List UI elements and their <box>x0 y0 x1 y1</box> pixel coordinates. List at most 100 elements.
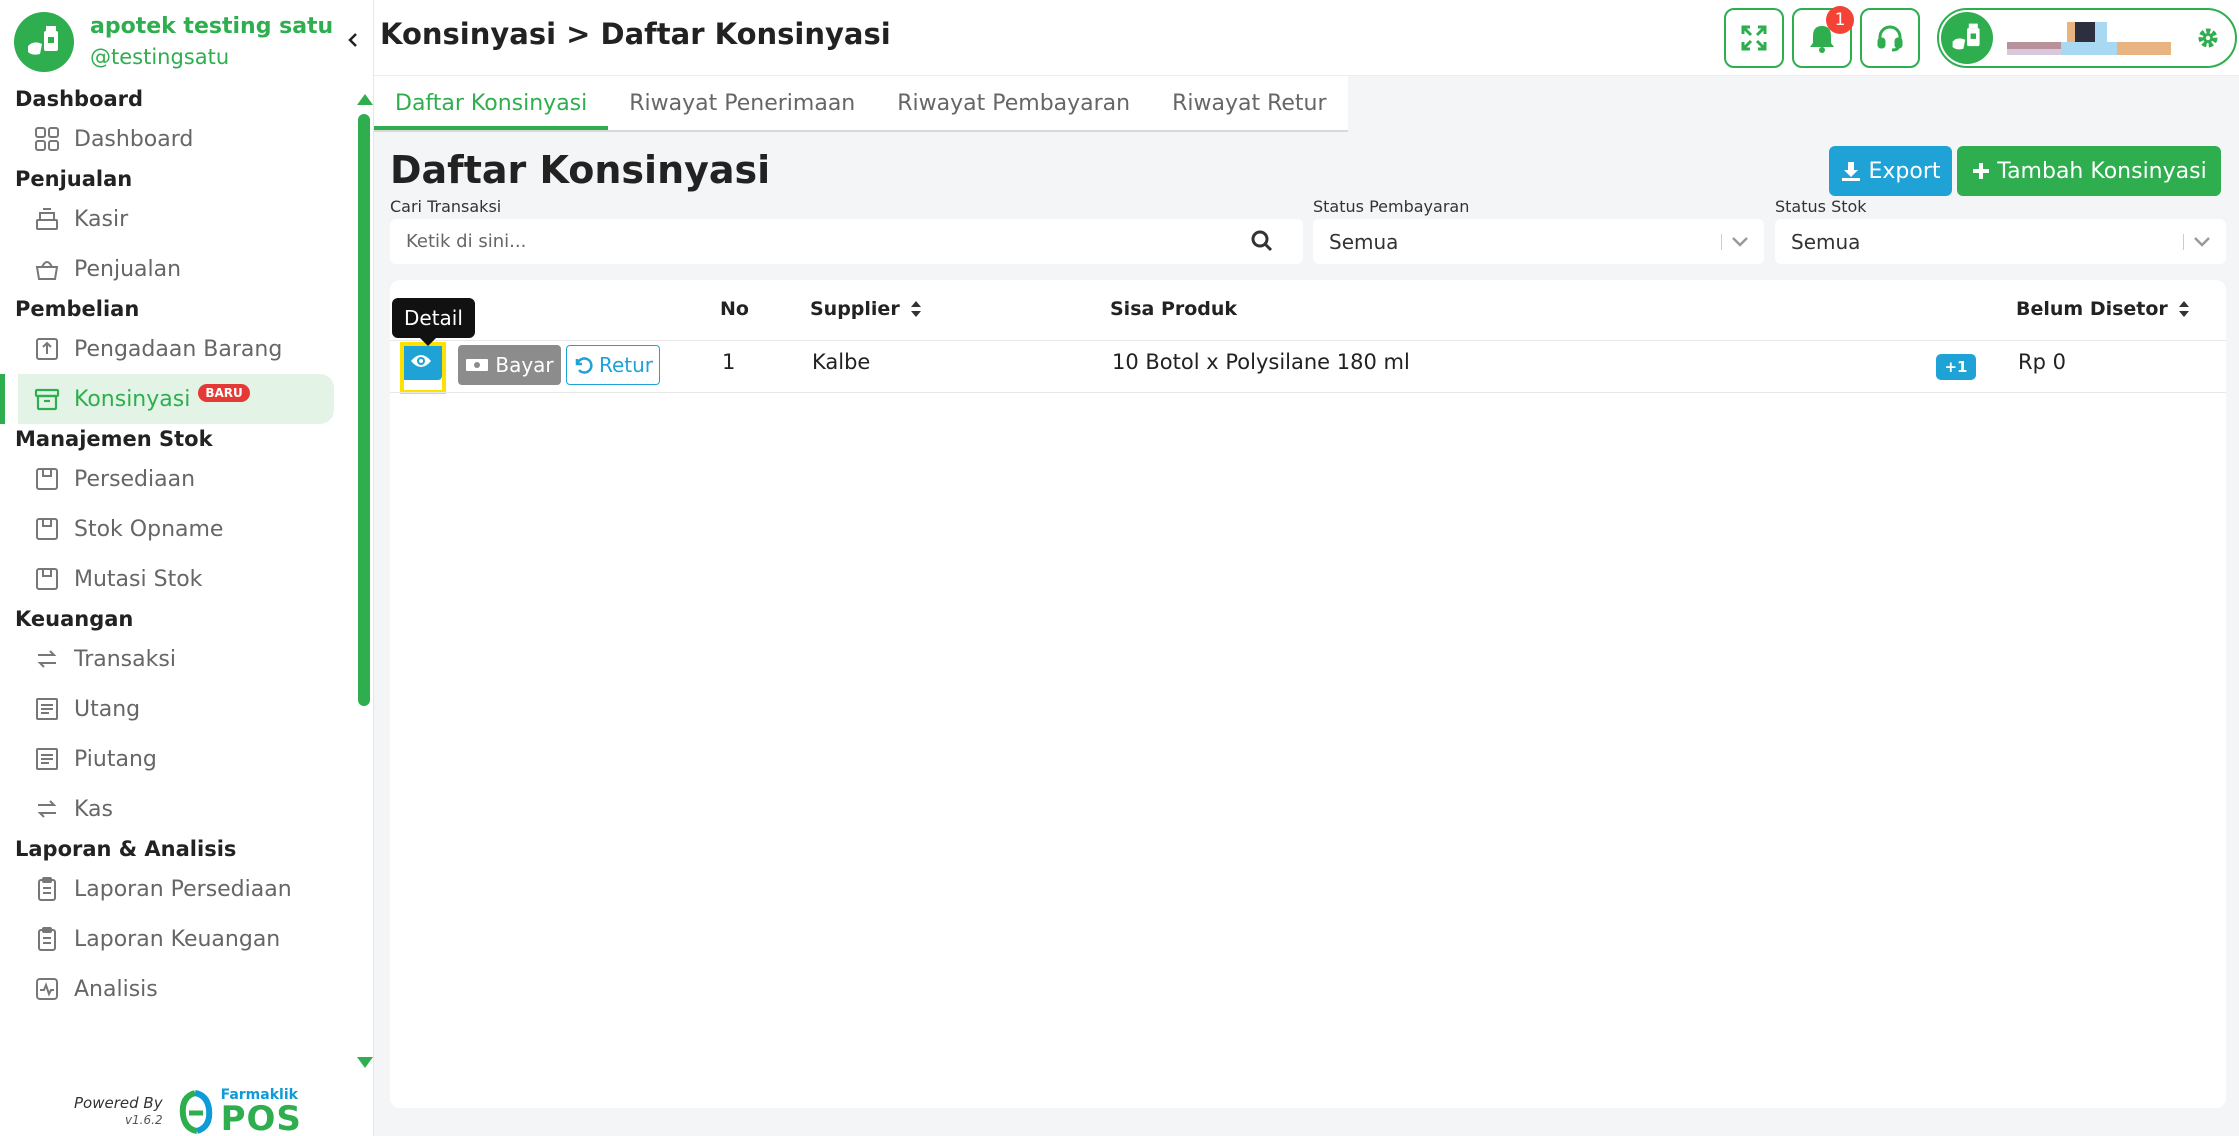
sidebar-item-laporan-persediaan[interactable]: Laporan Persediaan <box>0 864 354 914</box>
cell-belum-disetor: Rp 0 <box>2018 350 2066 374</box>
gear-icon[interactable] <box>2195 25 2221 51</box>
sidebar-item-label: Mutasi Stok <box>74 566 203 592</box>
tab-riwayat-pembayaran[interactable]: Riwayat Pembayaran <box>876 76 1151 130</box>
search-field <box>390 219 1303 264</box>
select-separator <box>1721 234 1722 250</box>
avatar <box>1941 12 1993 64</box>
chevron-down-icon <box>1732 237 1748 247</box>
tab-riwayat-retur[interactable]: Riwayat Retur <box>1151 76 1347 130</box>
transfer-icon <box>32 794 62 824</box>
column-header-sisa-produk: Sisa Produk <box>1110 298 1237 320</box>
sidebar-item-label: Dashboard <box>74 126 194 152</box>
sidebar: apotek testing satu @testingsatu Dashboa… <box>0 0 374 1136</box>
page-title: Konsinyasi > Daftar Konsinyasi <box>380 17 891 51</box>
brand-name: apotek testing satu <box>90 14 334 39</box>
tab-daftar-konsinyasi[interactable]: Daftar Konsinyasi <box>374 76 609 130</box>
activity-icon <box>32 974 62 1004</box>
sort-icon[interactable] <box>910 300 922 318</box>
scroll-thumb[interactable] <box>358 114 370 706</box>
column-header-belum-disetor[interactable]: Belum Disetor <box>2016 298 2190 320</box>
cell-sisa-produk: 10 Botol x Polysilane 180 ml <box>1112 350 1410 374</box>
status-stok-value: Semua <box>1791 229 1861 254</box>
tab-bar: Daftar Konsinyasi Riwayat Penerimaan Riw… <box>374 76 1348 132</box>
receipt-icon <box>32 694 62 724</box>
scroll-down-arrow-icon[interactable] <box>357 1057 373 1068</box>
sidebar-item-penjualan[interactable]: Penjualan <box>0 244 354 294</box>
header-divider <box>390 340 2226 341</box>
nav-section-penjualan: Penjualan <box>15 167 133 191</box>
powered-by: Powered By v1.6.2 Farmaklik POS <box>74 1088 302 1136</box>
row-divider <box>390 392 2226 393</box>
scroll-up-arrow-icon[interactable] <box>357 94 373 105</box>
box-icon <box>32 464 62 494</box>
chevron-down-icon <box>2194 237 2210 247</box>
column-header-sisa-produk-label: Sisa Produk <box>1110 298 1238 320</box>
cell-supplier: Kalbe <box>812 350 871 374</box>
powered-by-label: Powered By <box>74 1094 163 1112</box>
column-header-no: No <box>720 298 749 320</box>
sidebar-item-label: Piutang <box>74 746 157 772</box>
top-header: Konsinyasi > Daftar Konsinyasi 1 <box>374 0 2239 76</box>
export-button[interactable]: Export <box>1829 146 1952 196</box>
column-header-supplier-label: Supplier <box>810 298 900 320</box>
sidebar-item-pengadaan-barang[interactable]: Pengadaan Barang <box>0 324 354 374</box>
plus-icon <box>1971 161 1991 181</box>
detail-tooltip: Detail <box>392 298 475 346</box>
sidebar-item-label: Analisis <box>74 976 158 1002</box>
sidebar-item-kasir[interactable]: Kasir <box>0 194 354 244</box>
sidebar-item-utang[interactable]: Utang <box>0 684 354 734</box>
sidebar-item-mutasi-stok[interactable]: Mutasi Stok <box>0 554 354 604</box>
transfer-icon <box>32 644 62 674</box>
konsinyasi-table: No Supplier Sisa Produk Belum Disetor Ba… <box>390 280 2226 1108</box>
add-konsinyasi-label: Tambah Konsinyasi <box>1997 158 2207 184</box>
nav-section-pembelian: Pembelian <box>15 297 140 321</box>
sidebar-item-laporan-keuangan[interactable]: Laporan Keuangan <box>0 914 354 964</box>
sidebar-item-konsinyasi[interactable]: Konsinyasi BARU <box>0 374 334 424</box>
sidebar-item-kas[interactable]: Kas <box>0 784 354 834</box>
sidebar-item-label: Pengadaan Barang <box>74 336 283 362</box>
download-icon <box>1840 160 1862 182</box>
status-pembayaran-label: Status Pembayaran <box>1313 197 1470 216</box>
cell-no: 1 <box>722 350 736 374</box>
status-stok-label: Status Stok <box>1775 197 1867 216</box>
more-products-badge[interactable]: +1 <box>1936 354 1976 380</box>
sidebar-item-dashboard[interactable]: Dashboard <box>0 114 354 164</box>
sort-icon[interactable] <box>2178 300 2190 318</box>
highlight-box <box>400 342 446 394</box>
sidebar-item-analisis[interactable]: Analisis <box>0 964 354 1014</box>
column-header-supplier[interactable]: Supplier <box>810 298 922 320</box>
sidebar-scrollbar[interactable] <box>354 86 374 1072</box>
clipboard-icon <box>32 874 62 904</box>
support-button[interactable] <box>1860 8 1920 68</box>
headset-icon <box>1877 25 1903 52</box>
status-pembayaran-value: Semua <box>1329 229 1399 254</box>
box-upload-icon <box>32 334 62 364</box>
sidebar-nav: Dashboard Dashboard Penjualan Kasir Penj… <box>0 84 354 1014</box>
sidebar-item-stok-opname[interactable]: Stok Opname <box>0 504 354 554</box>
sidebar-item-label: Persediaan <box>74 466 196 492</box>
sidebar-item-label: Laporan Persediaan <box>74 876 292 902</box>
sidebar-item-label: Kasir <box>74 206 129 232</box>
fullscreen-button[interactable] <box>1724 8 1784 68</box>
sidebar-item-piutang[interactable]: Piutang <box>0 734 354 784</box>
bayar-button[interactable]: Bayar <box>458 345 561 385</box>
sidebar-item-label: Laporan Keuangan <box>74 926 281 952</box>
sidebar-item-transaksi[interactable]: Transaksi <box>0 634 354 684</box>
search-icon[interactable] <box>1251 230 1273 252</box>
nav-section-manajemen-stok: Manajemen Stok <box>15 427 213 451</box>
search-input[interactable] <box>390 219 1240 264</box>
status-stok-select[interactable]: Semua <box>1775 219 2226 264</box>
retur-button[interactable]: Retur <box>566 345 660 385</box>
new-badge: BARU <box>198 384 250 402</box>
collapse-sidebar-button[interactable] <box>342 28 364 52</box>
select-separator <box>2183 234 2184 250</box>
notification-count-badge: 1 <box>1826 6 1854 34</box>
status-pembayaran-select[interactable]: Semua <box>1313 219 1764 264</box>
nav-section-laporan: Laporan & Analisis <box>15 837 237 861</box>
tab-riwayat-penerimaan[interactable]: Riwayat Penerimaan <box>608 76 876 130</box>
sidebar-item-persediaan[interactable]: Persediaan <box>0 454 354 504</box>
notification-button[interactable]: 1 <box>1792 6 1854 68</box>
pharmacy-logo-icon <box>14 12 74 72</box>
add-konsinyasi-button[interactable]: Tambah Konsinyasi <box>1957 146 2221 196</box>
profile-menu[interactable] <box>1937 8 2237 68</box>
